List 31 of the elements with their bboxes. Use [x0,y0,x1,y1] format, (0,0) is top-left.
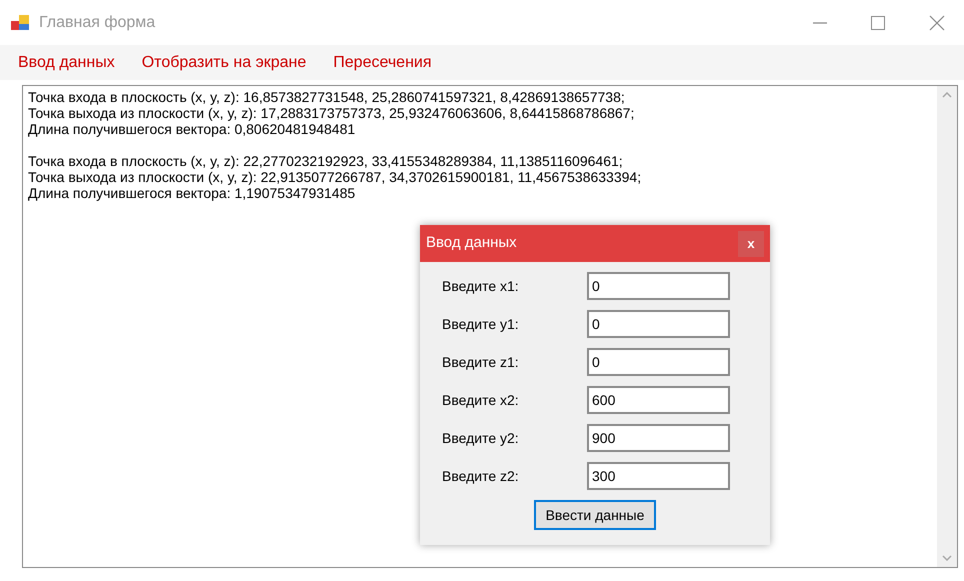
output-line: Длина получившегося вектора: 0,80620481948481 [28,121,356,137]
field-label: Введите y1: [442,314,520,334]
field-label: Введите x2: [442,390,520,410]
window-title: Главная форма [39,12,156,32]
input-field[interactable]: 300 [587,462,730,490]
menu-item[interactable]: Пересечения [333,50,432,74]
scroll-down-icon[interactable] [942,555,952,561]
input-field[interactable]: 900 [587,424,730,452]
menu-item[interactable]: Ввод данных [18,50,115,74]
input-field[interactable]: 0 [587,272,730,300]
input-field[interactable]: 0 [587,310,730,338]
maximize-icon[interactable] [871,16,885,30]
menu-item[interactable]: Отобразить на экране [142,50,306,74]
submit-button[interactable]: Ввести данные [534,500,656,530]
field-label: Введите z1: [442,352,520,372]
input-field[interactable]: 600 [587,386,730,414]
field-label: Введите x1: [442,276,520,296]
output-line: Точка выхода из плоскости (x, y, z): 17,2883173757373, 25,932476063606, 8,64415868786867; [28,105,634,121]
scrollbar[interactable] [937,86,957,567]
field-label: Введите y2: [442,428,520,448]
close-button[interactable]: x [738,230,764,256]
app-icon [11,14,31,32]
input-field[interactable]: 0 [587,348,730,376]
close-icon[interactable] [929,14,945,30]
output-line: Точка входа в плоскость (x, y, z): 22,2770232192923, 33,4155348289384, 11,1385116096461; [28,153,623,169]
scroll-up-icon[interactable] [942,92,952,98]
output-line: Длина получившегося вектора: 1,19075347931485 [28,185,356,201]
output-line: Точка выхода из плоскости (x, y, z): 22,9135077266787, 34,3702615900181, 11,4567538633394; [28,169,642,185]
output-line: Точка входа в плоскость (x, y, z): 16,8573827731548, 25,2860741597321, 8,42869138657738; [28,89,625,105]
dialog-title: Ввод данных [426,233,517,254]
field-label: Введите z2: [442,466,520,486]
